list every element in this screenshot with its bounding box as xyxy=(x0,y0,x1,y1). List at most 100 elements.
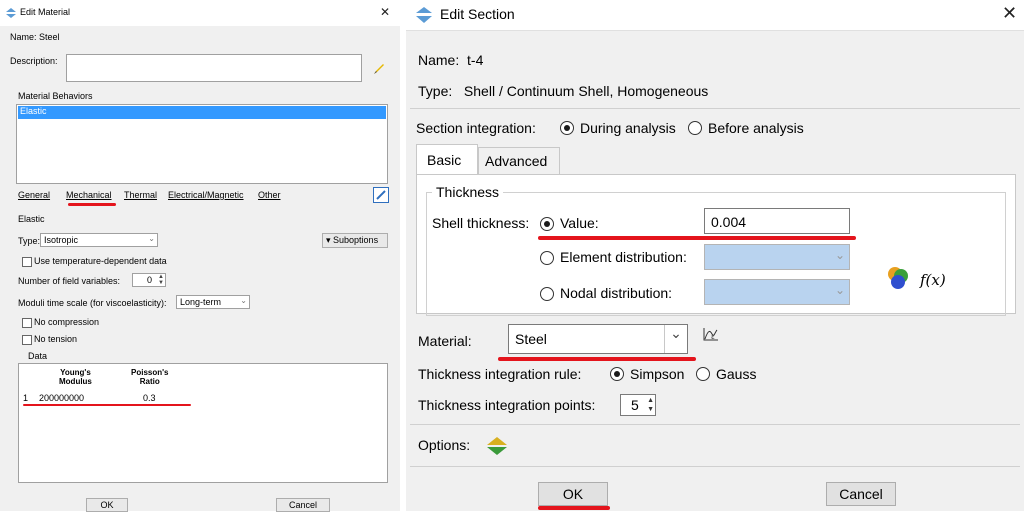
suboptions-button[interactable]: ▾ Suboptions xyxy=(322,233,388,248)
material-title-bar: Edit Material ✕ xyxy=(0,0,400,26)
spinner-arrows-icon[interactable]: ▲ ▼ xyxy=(647,396,654,414)
fx-label[interactable]: f(x) xyxy=(920,271,946,289)
during-analysis-radio[interactable] xyxy=(560,121,574,135)
menu-other[interactable]: Other xyxy=(258,190,281,200)
cell-modulus[interactable]: 200000000 xyxy=(39,393,84,403)
cancel-button[interactable]: Cancel xyxy=(276,498,330,512)
close-icon[interactable]: ✕ xyxy=(1002,3,1017,24)
type-label: Type: xyxy=(18,236,41,246)
integration-points-stepper[interactable]: 5 ▲ ▼ xyxy=(620,394,656,416)
material-select[interactable]: Steel ⌄ xyxy=(508,324,688,354)
simpson-radio[interactable] xyxy=(610,367,624,381)
options-label: Options: xyxy=(418,437,471,453)
close-icon[interactable]: ✕ xyxy=(380,5,390,19)
moduli-time-scale-label: Moduli time scale (for viscoelasticity): xyxy=(18,298,167,308)
temperature-dependent-checkbox[interactable] xyxy=(22,257,32,267)
no-tension-checkbox[interactable] xyxy=(22,335,32,345)
data-group-label: Data xyxy=(28,351,48,361)
ok-button[interactable]: OK xyxy=(86,498,128,512)
menu-mechanical[interactable]: Mechanical xyxy=(66,190,112,200)
nodal-distribution-radio[interactable] xyxy=(540,287,554,301)
edit-section-dialog: Edit Section ✕ Name: t-4 Type: Shell / C… xyxy=(406,0,1024,511)
value-radio[interactable] xyxy=(540,217,554,231)
thickness-value-input[interactable]: 0.004 xyxy=(704,208,850,234)
tab-basic[interactable]: Basic xyxy=(416,144,478,174)
divider xyxy=(410,466,1020,467)
thickness-group-title: Thickness xyxy=(432,184,504,200)
material-name: Steel xyxy=(39,32,60,42)
gauss-radio[interactable] xyxy=(696,367,710,381)
gauss-label: Gauss xyxy=(716,366,757,382)
during-analysis-label: During analysis xyxy=(580,120,676,136)
nodal-distribution-label: Nodal distribution: xyxy=(560,285,673,301)
row-highlight-annotation xyxy=(23,404,191,406)
menu-electrical-magnetic[interactable]: Electrical/Magnetic xyxy=(168,190,244,200)
value-label: Value: xyxy=(560,215,599,231)
moduli-time-scale-select[interactable]: Long-term ⌄ xyxy=(176,295,250,309)
create-field-icon[interactable] xyxy=(886,266,910,290)
element-distribution-radio[interactable] xyxy=(540,251,554,265)
section-options-icon[interactable] xyxy=(486,436,508,456)
svg-text:ε: ε xyxy=(711,333,715,341)
section-name-label: Name: t-4 xyxy=(418,52,484,68)
section-title-bar: Edit Section ✕ xyxy=(406,0,1024,31)
pencil-icon[interactable] xyxy=(372,62,386,76)
abaqus-app-icon xyxy=(416,7,432,23)
create-material-icon[interactable]: ε xyxy=(702,326,720,342)
ok-button[interactable]: OK xyxy=(538,482,608,506)
section-type-label: Type: Shell / Continuum Shell, Homogeneo… xyxy=(418,83,709,99)
menu-general[interactable]: General xyxy=(18,190,50,200)
material-dialog-title: Edit Material xyxy=(20,7,71,17)
material-label: Material: xyxy=(418,333,472,349)
chevron-down-icon: ⌄ xyxy=(240,296,247,305)
type-select[interactable]: Isotropic ⌄ xyxy=(40,233,158,247)
chevron-down-icon: ⌄ xyxy=(148,234,155,243)
integration-points-label: Thickness integration points: xyxy=(418,397,596,413)
data-table: Young's Modulus Poisson's Ratio 1 20000000… xyxy=(18,363,388,483)
temperature-dependent-label: Use temperature-dependent data xyxy=(34,256,167,266)
tab-advanced[interactable]: Advanced xyxy=(478,147,560,174)
ok-highlight-annotation xyxy=(538,506,610,510)
row-index: 1 xyxy=(23,393,29,403)
material-highlight-annotation xyxy=(498,357,696,361)
name-label: Name: Steel xyxy=(10,32,60,42)
description-label: Description: xyxy=(10,56,58,66)
behavior-item-elastic[interactable]: Elastic xyxy=(18,106,386,119)
menu-thermal[interactable]: Thermal xyxy=(124,190,157,200)
cancel-button[interactable]: Cancel xyxy=(826,482,896,506)
description-input[interactable] xyxy=(66,54,362,82)
spinner-arrows-icon[interactable]: ▲ ▼ xyxy=(158,274,164,286)
integration-rule-label: Thickness integration rule: xyxy=(418,366,582,382)
nodal-distribution-select: ⌄ xyxy=(704,279,850,305)
abaqus-app-icon xyxy=(6,8,16,18)
before-analysis-label: Before analysis xyxy=(708,120,804,136)
chevron-down-icon: ⌄ xyxy=(834,248,845,262)
element-distribution-label: Element distribution: xyxy=(560,249,687,265)
element-distribution-select: ⌄ xyxy=(704,244,850,270)
chevron-down-icon: ⌄ xyxy=(664,325,687,353)
section-dialog-title: Edit Section xyxy=(440,6,515,22)
no-compression-label: No compression xyxy=(34,317,100,327)
no-compression-checkbox[interactable] xyxy=(22,318,32,328)
section-integration-label: Section integration: xyxy=(416,120,536,136)
behaviors-list: Elastic xyxy=(16,104,388,184)
elastic-section-title: Elastic xyxy=(18,214,45,224)
cell-ratio[interactable]: 0.3 xyxy=(143,393,156,403)
shell-thickness-label: Shell thickness: xyxy=(432,215,530,231)
material-behaviors-label: Material Behaviors xyxy=(18,91,96,101)
no-tension-label: No tension xyxy=(34,334,78,344)
field-variables-label: Number of field variables: xyxy=(18,276,121,286)
divider xyxy=(410,108,1020,109)
mechanical-highlight-annotation xyxy=(68,203,116,206)
divider xyxy=(410,424,1020,425)
edit-behavior-icon[interactable] xyxy=(373,187,389,203)
chevron-down-icon: ⌄ xyxy=(834,283,845,297)
value-highlight-annotation xyxy=(538,236,856,240)
column-header-ratio: Poisson's Ratio xyxy=(131,368,169,386)
simpson-label: Simpson xyxy=(630,366,685,382)
field-variables-stepper[interactable]: 0 ▲ ▼ xyxy=(132,273,166,287)
column-header-modulus: Young's Modulus xyxy=(59,368,92,386)
before-analysis-radio[interactable] xyxy=(688,121,702,135)
edit-material-dialog: Edit Material ✕ Name: Steel Description:… xyxy=(0,0,400,512)
section-type: Shell / Continuum Shell, Homogeneous xyxy=(463,83,709,99)
